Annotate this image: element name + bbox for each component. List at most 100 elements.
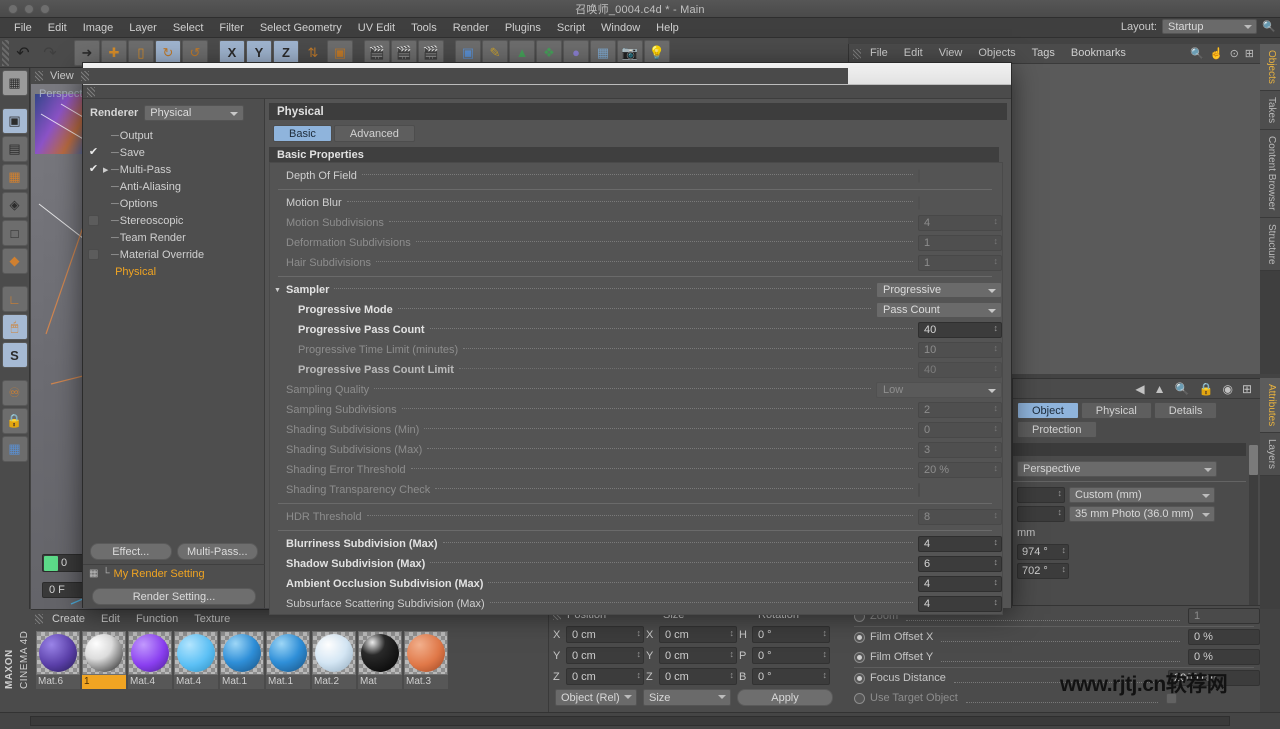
attr-expand-icon[interactable]: ⊞ <box>1242 382 1252 396</box>
material-name[interactable]: Mat.1 <box>266 675 310 689</box>
material-item[interactable]: Mat.1 <box>220 631 264 689</box>
attributes-scrollbar[interactable] <box>1249 445 1258 605</box>
material-name[interactable]: Mat.6 <box>36 675 80 689</box>
menu-uv-edit[interactable]: UV Edit <box>350 19 403 37</box>
film-offset-x-radio[interactable] <box>854 632 865 643</box>
layout-dropdown[interactable]: Startup <box>1162 19 1257 34</box>
tree-item-options[interactable]: ─ Options <box>83 195 264 212</box>
menu-window[interactable]: Window <box>593 19 648 37</box>
menu-help[interactable]: Help <box>648 19 687 37</box>
viewport-grip[interactable] <box>35 71 43 81</box>
rotation-b-field[interactable]: 0 ° <box>752 668 830 685</box>
viewport-solo-icon[interactable]: 🖱 <box>2 314 28 340</box>
fov-horizontal-field[interactable]: 974 ° <box>1017 544 1069 560</box>
tab-protection[interactable]: Protection <box>1017 421 1097 438</box>
coordinate-mode-dropdown[interactable]: Object (Rel) <box>555 689 637 706</box>
sampler-expand-arrow[interactable]: ▼ <box>274 287 281 294</box>
field-deformation-subdivisions[interactable]: 1 <box>918 235 1002 251</box>
apply-button[interactable]: Apply <box>737 689 833 706</box>
side-tab-attributes[interactable]: Attributes <box>1260 378 1280 433</box>
menu-plugins[interactable]: Plugins <box>497 19 549 37</box>
tree-item-stereoscopic[interactable]: ─ Stereoscopic <box>83 212 264 229</box>
point-mode-icon[interactable]: ◈ <box>2 192 28 218</box>
material-item[interactable]: Mat.4 <box>128 631 172 689</box>
material-swatch[interactable] <box>128 631 172 675</box>
attributes-scroll-thumb[interactable] <box>1249 445 1258 475</box>
size-x-field[interactable]: 0 cm <box>659 626 737 643</box>
material-item[interactable]: 1 <box>82 631 126 689</box>
back-arrow-icon[interactable]: ◀ <box>1135 382 1144 396</box>
size-z-field[interactable]: 0 cm <box>659 668 737 685</box>
field-shading-error-threshold[interactable]: 20 % <box>918 462 1002 478</box>
toolbar-grip[interactable] <box>2 40 9 66</box>
close-button[interactable] <box>8 4 18 14</box>
workplane-icon[interactable]: ▦ <box>2 436 28 462</box>
render-setting-button[interactable]: Render Setting... <box>92 588 256 605</box>
material-name[interactable]: Mat.3 <box>404 675 448 689</box>
materialoverride-checkbox[interactable] <box>87 248 100 261</box>
menu-filter[interactable]: Filter <box>211 19 251 37</box>
field-progressive-time-limit[interactable]: 10 <box>918 342 1002 358</box>
renderer-dropdown[interactable]: Physical <box>144 105 244 121</box>
objmenu-bookmarks[interactable]: Bookmarks <box>1064 45 1133 62</box>
menu-select-geometry[interactable]: Select Geometry <box>252 19 350 37</box>
effect-button[interactable]: Effect... <box>90 543 172 560</box>
zoom-value[interactable]: 1 <box>1188 608 1260 624</box>
material-name[interactable]: Mat <box>358 675 402 689</box>
objmenu-view[interactable]: View <box>932 45 970 62</box>
tab-object[interactable]: Object <box>1017 402 1079 419</box>
vtab-content-browser[interactable]: Content Browser <box>1260 130 1280 217</box>
matmenu-edit[interactable]: Edit <box>94 611 127 627</box>
render-settings-grip[interactable] <box>87 87 95 97</box>
field-shadow-subdivision[interactable]: 6 <box>918 556 1002 572</box>
target-icon[interactable]: ◉ <box>1222 382 1232 396</box>
material-name[interactable]: Mat.1 <box>220 675 264 689</box>
material-swatch[interactable] <box>82 631 126 675</box>
time-handle[interactable] <box>44 556 58 571</box>
snap-s-icon[interactable]: S <box>2 342 28 368</box>
material-swatch[interactable] <box>36 631 80 675</box>
tab-details[interactable]: Details <box>1154 402 1218 419</box>
matmenu-function[interactable]: Function <box>129 611 185 627</box>
field-progressive-pass-count-limit[interactable]: 40 <box>918 362 1002 378</box>
film-offset-y-value[interactable]: 0 % <box>1188 649 1260 665</box>
model-mode-icon[interactable]: ▣ <box>2 108 28 134</box>
axis-modify-icon[interactable]: ∟ <box>2 286 28 312</box>
material-swatch[interactable] <box>358 631 402 675</box>
objmenu-edit[interactable]: Edit <box>897 45 930 62</box>
field-sampling-subdivisions[interactable]: 2 <box>918 402 1002 418</box>
material-swatch[interactable] <box>220 631 264 675</box>
dropdown-sampling-quality[interactable]: Low <box>876 382 1002 398</box>
field-blurriness-subdivision[interactable]: 4 <box>918 536 1002 552</box>
material-item[interactable]: Mat.2 <box>312 631 356 689</box>
objmgr-home-icon[interactable]: ☝ <box>1210 47 1224 60</box>
viewport-grip-2[interactable] <box>81 71 89 81</box>
dropdown-progressive-mode[interactable]: Pass Count <box>876 302 1002 318</box>
material-name[interactable]: 1 <box>82 675 126 689</box>
objmenu-tags[interactable]: Tags <box>1025 45 1062 62</box>
magnet-icon[interactable]: ♾ <box>2 380 28 406</box>
focal-length-field[interactable] <box>1017 487 1065 503</box>
tab-basic[interactable]: Basic <box>273 125 332 142</box>
undo-icon[interactable]: ↶ <box>10 40 36 66</box>
objmgr-search-icon[interactable]: 🔍 <box>1190 47 1204 60</box>
menu-edit[interactable]: Edit <box>40 19 75 37</box>
lock-icon[interactable]: 🔒 <box>1199 382 1214 396</box>
material-name[interactable]: Mat.4 <box>128 675 172 689</box>
tab-advanced[interactable]: Advanced <box>334 125 415 142</box>
material-swatch[interactable] <box>266 631 310 675</box>
field-hair-subdivisions[interactable]: 1 <box>918 255 1002 271</box>
objmgr-expand-icon[interactable]: ⊞ <box>1245 47 1254 60</box>
material-swatch[interactable] <box>312 631 356 675</box>
side-tab-layers[interactable]: Layers <box>1260 433 1280 476</box>
dropdown-sampler[interactable]: Progressive <box>876 282 1002 298</box>
multipass-button[interactable]: Multi-Pass... <box>177 543 259 560</box>
field-ambient-occlusion-subdivision[interactable]: 4 <box>918 576 1002 592</box>
polygon-grid-icon[interactable]: ▦ <box>2 164 28 190</box>
stereoscopic-checkbox[interactable] <box>87 214 100 227</box>
polygon-mode-icon[interactable]: ◆ <box>2 248 28 274</box>
size-mode-dropdown[interactable]: Size <box>643 689 731 706</box>
menu-script[interactable]: Script <box>549 19 593 37</box>
up-arrow-icon[interactable]: ▲ <box>1154 382 1166 396</box>
objmenu-file[interactable]: File <box>863 45 895 62</box>
